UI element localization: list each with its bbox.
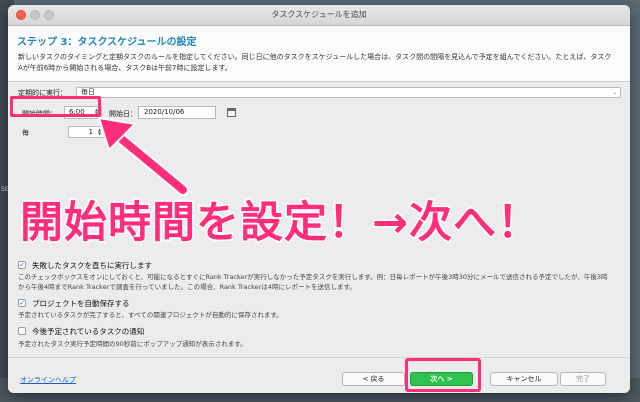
repeat-select-value: 毎日 bbox=[81, 88, 95, 96]
finish-button[interactable]: 完了 bbox=[560, 372, 606, 386]
retry-failed-checkbox[interactable]: ✓ bbox=[18, 261, 26, 269]
interval-value: 1 bbox=[88, 128, 93, 136]
repeat-select[interactable]: 毎日 ⌄ bbox=[76, 87, 621, 98]
callout-text: 開始時間を設定！→次へ！ bbox=[18, 197, 542, 250]
calendar-icon[interactable] bbox=[227, 108, 236, 117]
online-help-link[interactable]: オンラインヘルプ bbox=[20, 375, 76, 385]
dialog-footer: オンラインヘルプ < 戻る 次へ > キャンセル 完了 bbox=[8, 357, 630, 393]
step-title: ステップ 3：タスクスケジュールの設定 bbox=[17, 37, 197, 48]
option-title: 失敗したタスクを直ちに実行します bbox=[32, 261, 152, 270]
chevron-down-icon: ⌄ bbox=[611, 89, 617, 96]
option-description: 予定されたタスク実行予定時間の90秒前にポップアップ通知が表示されます。 bbox=[18, 340, 247, 348]
next-button-highlight bbox=[405, 358, 481, 392]
autosave-checkbox[interactable]: ✓ bbox=[18, 299, 26, 307]
option-description: このチェックボックスをオンにしておくと、可能になるとすぐにRank Tracke… bbox=[18, 273, 608, 291]
cancel-button[interactable]: キャンセル bbox=[490, 372, 558, 386]
step-header: ステップ 3：タスクスケジュールの設定 新しいタスクのタイミングと定期タスクのル… bbox=[8, 26, 630, 82]
annotation-arrow-icon bbox=[98, 117, 189, 196]
start-time-highlight bbox=[10, 96, 101, 117]
notify-checkbox[interactable] bbox=[18, 327, 26, 335]
option-description: 予定されているタスクが完了すると、すべての関連プロジェクトが自動的に保存されます… bbox=[18, 311, 283, 319]
back-button[interactable]: < 戻る bbox=[342, 372, 405, 386]
window-title: タスクスケジュールを追加 bbox=[271, 10, 367, 19]
title-bar: タスクスケジュールを追加 bbox=[8, 5, 630, 26]
every-label: 毎 bbox=[22, 129, 29, 137]
option-title: 今後予定されているタスクの通知 bbox=[32, 327, 145, 336]
option-title: プロジェクトを自動保存する bbox=[32, 299, 130, 308]
step-description: 新しいタスクのタイミングと定期タスクのルールを指定してください。同じ日に他のタス… bbox=[18, 53, 612, 72]
